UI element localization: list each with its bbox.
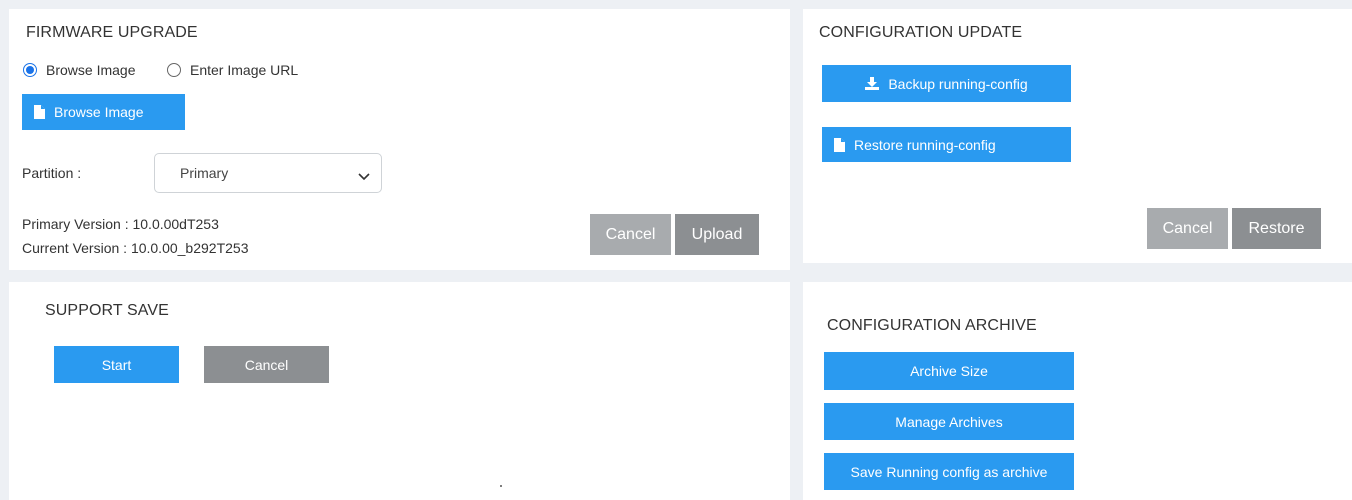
- support-save-title: SUPPORT SAVE: [45, 302, 169, 319]
- upload-button[interactable]: Upload: [675, 214, 759, 255]
- browse-image-button-label: Browse Image: [54, 104, 144, 120]
- backup-running-config-button[interactable]: Backup running-config: [822, 65, 1071, 102]
- partition-select[interactable]: Primary: [154, 153, 382, 193]
- radio-enter-image-url[interactable]: Enter Image URL: [167, 62, 298, 78]
- primary-version-text: Primary Version : 10.0.00dT253: [22, 216, 219, 232]
- configuration-archive-panel: CONFIGURATION ARCHIVE Archive Size Manag…: [803, 282, 1352, 500]
- support-save-start-button[interactable]: Start: [54, 346, 179, 383]
- restore-running-config-label: Restore running-config: [854, 136, 996, 153]
- archive-size-button[interactable]: Archive Size: [824, 352, 1074, 390]
- firmware-upgrade-panel: FIRMWARE UPGRADE Browse Image Enter Imag…: [9, 9, 790, 270]
- radio-browse-image[interactable]: Browse Image: [23, 62, 135, 78]
- config-update-cancel-button[interactable]: Cancel: [1147, 208, 1228, 249]
- file-icon: [34, 105, 45, 119]
- backup-running-config-label: Backup running-config: [888, 75, 1028, 92]
- decorative-dot: [500, 485, 502, 487]
- restore-running-config-button[interactable]: Restore running-config: [822, 127, 1071, 162]
- configuration-archive-title: CONFIGURATION ARCHIVE: [827, 317, 1037, 334]
- firmware-upgrade-title: FIRMWARE UPGRADE: [26, 24, 198, 41]
- configuration-update-panel: CONFIGURATION UPDATE Backup running-conf…: [803, 9, 1352, 263]
- current-version-text: Current Version : 10.0.00_b292T253: [22, 240, 249, 256]
- partition-label: Partition :: [22, 165, 82, 181]
- chevron-down-icon: [358, 168, 370, 184]
- configuration-update-title: CONFIGURATION UPDATE: [819, 24, 1023, 41]
- radio-enter-image-url-label: Enter Image URL: [190, 62, 299, 78]
- browse-image-button[interactable]: Browse Image: [22, 94, 185, 130]
- download-icon: [865, 77, 880, 90]
- radio-enter-image-url-indicator[interactable]: [167, 63, 181, 77]
- support-save-cancel-button[interactable]: Cancel: [204, 346, 329, 383]
- manage-archives-button[interactable]: Manage Archives: [824, 403, 1074, 440]
- radio-browse-image-indicator[interactable]: [23, 63, 37, 77]
- restore-button[interactable]: Restore: [1232, 208, 1321, 249]
- partition-select-value: Primary: [180, 165, 229, 181]
- radio-browse-image-label: Browse Image: [46, 62, 136, 78]
- file-icon: [834, 137, 845, 152]
- save-running-config-archive-button[interactable]: Save Running config as archive: [824, 453, 1074, 490]
- firmware-cancel-button[interactable]: Cancel: [590, 214, 671, 255]
- support-save-panel: SUPPORT SAVE Start Cancel: [9, 282, 790, 500]
